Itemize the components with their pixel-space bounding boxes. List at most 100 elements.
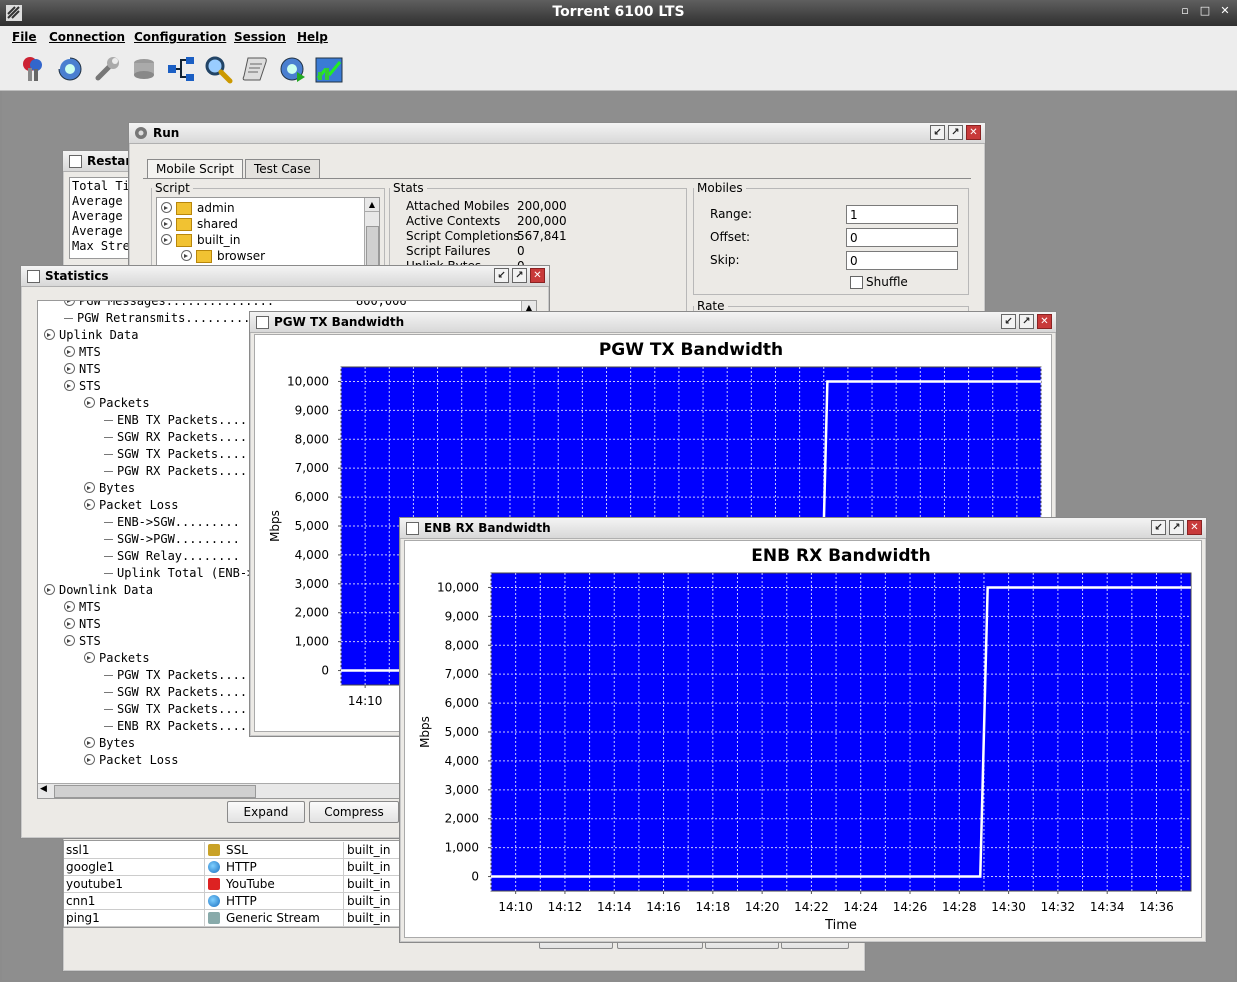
statistics-row[interactable]: SGW RX Packets..... (104, 684, 254, 701)
menu-file[interactable]: File (12, 30, 37, 44)
expand-toggle-icon[interactable] (181, 250, 192, 261)
expand-toggle-icon[interactable] (64, 380, 75, 391)
table-row[interactable]: ping1 Generic Stream built_in (64, 910, 402, 927)
expand-toggle-icon[interactable] (84, 482, 95, 493)
scroll-thumb[interactable] (366, 226, 379, 268)
statistics-row[interactable]: SGW Relay........ (104, 548, 240, 565)
window-menu-icon[interactable] (27, 270, 40, 283)
statistics-row[interactable]: STS (64, 633, 101, 650)
expand-toggle-icon[interactable] (84, 754, 95, 765)
statistics-row[interactable]: ENB TX Packets..... (104, 412, 254, 429)
statistics-row[interactable]: Packet Loss (84, 752, 178, 769)
expand-toggle-icon[interactable] (64, 635, 75, 646)
minimize-frame-icon[interactable]: ↙ (494, 268, 509, 283)
skip-input[interactable]: 0 (846, 251, 958, 270)
statistics-row[interactable]: SGW->PGW......... (104, 531, 240, 548)
close-frame-icon[interactable]: ✕ (530, 268, 545, 283)
network-icon[interactable] (166, 54, 196, 84)
window-menu-icon[interactable] (69, 155, 82, 168)
statistics-row[interactable]: PGW TX Packets..... (104, 667, 254, 684)
expand-toggle-icon[interactable] (64, 363, 75, 374)
gear-refresh-icon[interactable] (55, 54, 85, 84)
expand-toggle-icon[interactable] (84, 499, 95, 510)
maximize-frame-icon[interactable]: ↗ (1019, 314, 1034, 329)
maximize-frame-icon[interactable]: ↗ (512, 268, 527, 283)
statistics-row[interactable]: NTS (64, 361, 101, 378)
statistics-row[interactable]: ENB RX Packets..... (104, 718, 254, 735)
statistics-row[interactable]: PGW RX Packets..... (104, 463, 254, 480)
menu-session[interactable]: Session (234, 30, 286, 44)
maximize-frame-icon[interactable]: ↗ (948, 125, 963, 140)
scroll-thumb[interactable] (54, 785, 256, 798)
menu-help[interactable]: Help (297, 30, 328, 44)
tab-mobile-script[interactable]: Mobile Script (147, 159, 243, 178)
statistics-row[interactable]: MTS (64, 344, 101, 361)
expand-toggle-icon[interactable] (64, 601, 75, 612)
close-frame-icon[interactable]: ✕ (1037, 314, 1052, 329)
statistics-row[interactable]: Uplink Data (44, 327, 138, 344)
gear-play-icon[interactable] (277, 54, 307, 84)
keys-icon[interactable] (18, 54, 48, 84)
statistics-row[interactable]: Bytes (84, 480, 135, 497)
table-row[interactable]: youtube1 YouTube built_in (64, 876, 402, 893)
minimize-button[interactable]: ▫ (1179, 5, 1191, 17)
tree-item-built-in[interactable]: built_in (197, 233, 241, 247)
statistics-row[interactable]: Bytes (84, 735, 135, 752)
statistics-row[interactable]: SGW TX Packets..... (104, 701, 254, 718)
minimize-frame-icon[interactable]: ↙ (1151, 520, 1166, 535)
statistics-row[interactable]: Packet Loss (84, 497, 178, 514)
range-input[interactable]: 1 (846, 205, 958, 224)
statistics-row[interactable]: SGW TX Packets..... (104, 446, 254, 463)
wrench-icon[interactable] (92, 54, 122, 84)
statistics-row[interactable]: Uplink Total (ENB-> (104, 565, 254, 582)
menu-connection[interactable]: Connection (49, 30, 125, 44)
window-menu-icon[interactable] (256, 316, 269, 329)
expand-toggle-icon[interactable] (44, 329, 55, 340)
expand-button[interactable]: Expand (227, 801, 305, 823)
statistics-row[interactable]: Packets (84, 650, 150, 667)
shuffle-checkbox[interactable] (850, 276, 863, 289)
expand-toggle-icon[interactable] (64, 346, 75, 357)
expand-toggle-icon[interactable] (64, 618, 75, 629)
offset-input[interactable]: 0 (846, 228, 958, 247)
minimize-frame-icon[interactable]: ↙ (930, 125, 945, 140)
maximize-frame-icon[interactable]: ↗ (1169, 520, 1184, 535)
tree-item-browser[interactable]: browser (217, 249, 265, 263)
window-menu-icon[interactable] (406, 522, 419, 535)
expand-toggle-icon[interactable] (44, 584, 55, 595)
statistics-row[interactable]: NTS (64, 616, 101, 633)
statistics-row[interactable]: PGW Messages............... 800,006 (64, 301, 407, 310)
close-frame-icon[interactable]: ✕ (966, 125, 981, 140)
expand-toggle-icon[interactable] (64, 301, 75, 306)
statistics-row[interactable]: Downlink Data (44, 582, 153, 599)
expand-toggle-icon[interactable] (161, 218, 172, 229)
table-row[interactable]: ssl1 SSL built_in (64, 842, 402, 859)
scroll-up-icon[interactable]: ▲ (365, 198, 379, 212)
expand-toggle-icon[interactable] (161, 234, 172, 245)
table-row[interactable]: cnn1 HTTP built_in (64, 893, 402, 910)
chart-icon[interactable] (314, 54, 344, 84)
close-button[interactable]: ✕ (1219, 5, 1231, 17)
expand-toggle-icon[interactable] (84, 737, 95, 748)
close-frame-icon[interactable]: ✕ (1187, 520, 1202, 535)
magnifier-icon[interactable] (203, 54, 233, 84)
tab-test-case[interactable]: Test Case (244, 159, 320, 178)
tree-item-shared[interactable]: shared (197, 217, 238, 231)
expand-toggle-icon[interactable] (84, 652, 95, 663)
expand-toggle-icon[interactable] (161, 202, 172, 213)
script-icon[interactable] (240, 54, 270, 84)
statistics-row[interactable]: MTS (64, 599, 101, 616)
database-icon[interactable] (129, 54, 159, 84)
scroll-left-icon[interactable]: ◀ (40, 784, 47, 794)
tree-item-admin[interactable]: admin (197, 201, 235, 215)
compress-button[interactable]: Compress (309, 801, 399, 823)
statistics-row[interactable]: STS (64, 378, 101, 395)
statistics-row[interactable]: SGW RX Packets..... (104, 429, 254, 446)
minimize-frame-icon[interactable]: ↙ (1001, 314, 1016, 329)
expand-toggle-icon[interactable] (84, 397, 95, 408)
maximize-button[interactable]: □ (1199, 5, 1211, 17)
menu-configuration[interactable]: Configuration (134, 30, 226, 44)
statistics-row[interactable]: PGW Retransmits............ (64, 310, 272, 327)
statistics-row[interactable]: ENB->SGW......... (104, 514, 240, 531)
table-row[interactable]: google1 HTTP built_in (64, 859, 402, 876)
